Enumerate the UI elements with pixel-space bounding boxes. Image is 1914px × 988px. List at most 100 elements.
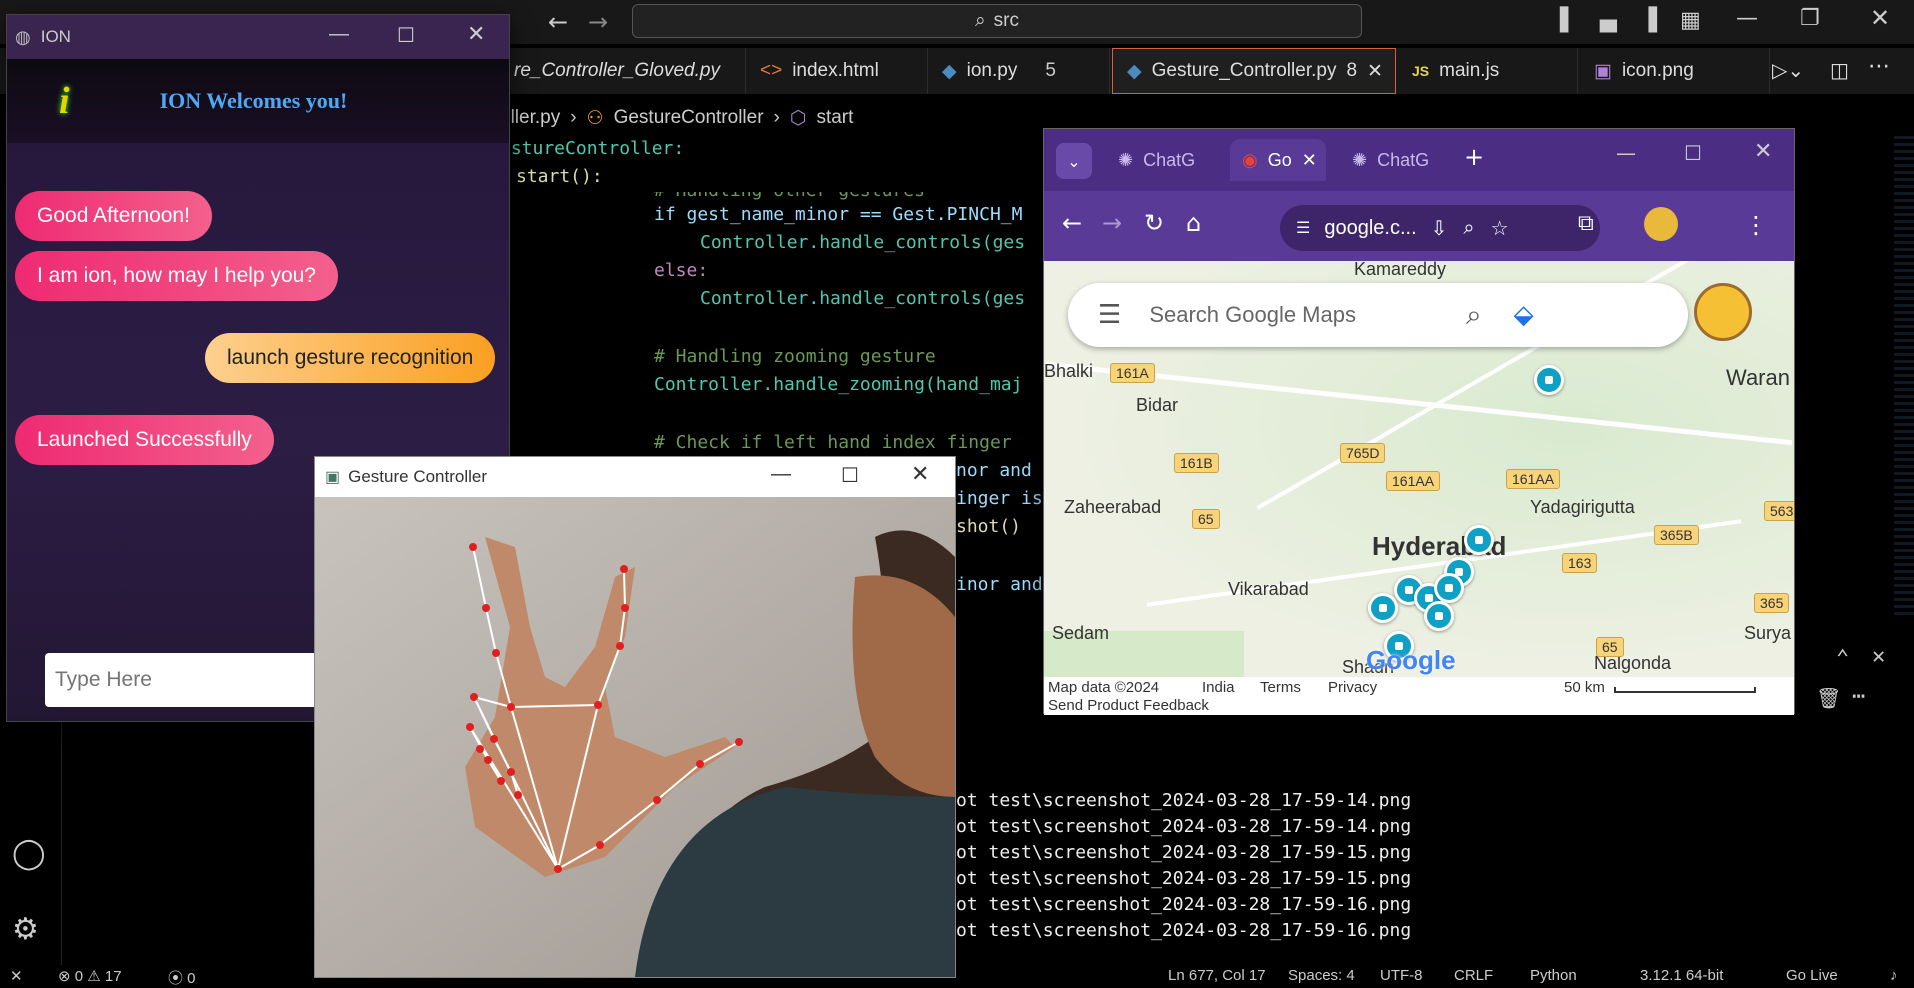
close-icon[interactable]: ✕ xyxy=(467,21,485,47)
breadcrumb-method[interactable]: start xyxy=(816,107,853,129)
globe-icon: ◍ xyxy=(15,26,31,47)
tab-ion-py[interactable]: ◆ ion.py 5 xyxy=(928,48,1110,94)
zoom-icon[interactable]: ⌕ xyxy=(1463,217,1474,240)
maximize-icon[interactable]: ☐ xyxy=(841,463,859,488)
ports-indicator[interactable]: ⦿ 0 xyxy=(168,967,196,988)
scale-label[interactable]: 50 km xyxy=(1564,679,1605,696)
reload-icon[interactable]: ↻ xyxy=(1144,209,1164,237)
toggle-panel-icon[interactable]: ▄ xyxy=(1600,8,1617,33)
customize-layout-icon[interactable]: ▦ xyxy=(1680,8,1701,33)
hamburger-menu-icon[interactable]: ☰ xyxy=(1098,300,1121,330)
tab-gesture-controller-py[interactable]: ◆ Gesture_Controller.py 8 ✕ xyxy=(1112,48,1396,94)
code-line: Controller.handle_zooming(hand_maj xyxy=(654,374,1023,395)
search-label: src xyxy=(993,10,1019,31)
html-icon: <> xyxy=(760,60,783,81)
encoding[interactable]: UTF-8 xyxy=(1380,967,1423,984)
bell-icon[interactable]: ♪ xyxy=(1890,967,1898,984)
python-version[interactable]: 3.12.1 64-bit xyxy=(1640,967,1723,984)
tab-search-icon[interactable]: ⌄ xyxy=(1056,143,1092,179)
minimap[interactable] xyxy=(1894,136,1914,616)
breadcrumb-class[interactable]: GestureController xyxy=(614,107,764,129)
tab-chatgpt[interactable]: ✺ ChatG xyxy=(1106,139,1216,181)
image-icon: ▣ xyxy=(1594,60,1612,82)
close-tab-icon[interactable]: ✕ xyxy=(1302,150,1317,171)
map-marker[interactable] xyxy=(1434,573,1464,603)
close-tab-icon[interactable]: ✕ xyxy=(1367,60,1383,83)
restore-icon[interactable]: ❐ xyxy=(1800,6,1820,31)
map-marker[interactable] xyxy=(1368,593,1398,623)
install-icon[interactable]: ⇩ xyxy=(1431,216,1448,241)
code-line: start(): xyxy=(516,166,603,187)
trash-icon[interactable]: 🗑 xyxy=(1816,686,1841,710)
back-arrow-icon[interactable]: ← xyxy=(548,8,568,36)
site-settings-icon[interactable]: ☰ xyxy=(1296,218,1310,238)
back-arrow-icon[interactable]: ← xyxy=(1062,209,1082,237)
chrome-toolbar: ← → ↻ ⌂ ☰ google.c... ⇩ ⌕ ☆ ⧉ ⋮ xyxy=(1044,191,1794,261)
address-bar[interactable]: ☰ google.c... ⇩ ⌕ ☆ xyxy=(1280,205,1600,251)
go-live-button[interactable]: Go Live xyxy=(1786,967,1838,984)
highway-shield: 563 xyxy=(1764,501,1794,521)
map-marker[interactable] xyxy=(1534,365,1564,395)
avatar[interactable] xyxy=(1644,207,1678,241)
maximize-icon[interactable]: ☐ xyxy=(1684,141,1702,165)
maximize-icon[interactable]: ☐ xyxy=(397,23,415,48)
place-label: Zaheerabad xyxy=(1064,497,1162,517)
menu-kebab-icon[interactable]: ⋮ xyxy=(1744,211,1768,239)
minimize-icon[interactable]: — xyxy=(1736,6,1758,31)
tab-google-maps[interactable]: ◉ Go ✕ xyxy=(1230,139,1326,181)
more-actions-icon[interactable]: ⋯ xyxy=(1852,684,1865,709)
minimize-icon[interactable]: — xyxy=(329,23,349,46)
extensions-icon[interactable]: ⧉ xyxy=(1578,211,1594,236)
directions-icon[interactable]: ⬙ xyxy=(1514,300,1534,330)
maximize-panel-icon[interactable]: ⌃ xyxy=(1836,646,1849,671)
terms-link[interactable]: Terms xyxy=(1260,679,1301,696)
close-icon[interactable]: ✕ xyxy=(911,461,929,487)
cursor-position[interactable]: Ln 677, Col 17 xyxy=(1168,967,1266,984)
language-mode[interactable]: Python xyxy=(1530,967,1577,984)
welcome-heading: ION Welcomes you! xyxy=(159,88,348,113)
country-link[interactable]: India xyxy=(1202,679,1235,696)
tab-label: Go xyxy=(1267,149,1292,170)
feedback-link[interactable]: Send Product Feedback xyxy=(1048,697,1209,714)
close-icon[interactable]: ✕ xyxy=(1870,4,1890,32)
split-editor-icon[interactable]: ◫ xyxy=(1830,58,1849,82)
problem-count-badge: 5 xyxy=(1045,60,1056,81)
gesture-titlebar[interactable]: ▣ Gesture Controller — ☐ ✕ xyxy=(315,457,955,497)
ion-titlebar[interactable]: ◍ ION — ☐ ✕ xyxy=(7,15,509,59)
tab-main-js[interactable]: JS main.js xyxy=(1398,48,1578,94)
toggle-sidebar-icon[interactable]: ▌ xyxy=(1560,8,1577,33)
close-panel-icon[interactable]: ✕ xyxy=(1872,644,1885,669)
scale-bar xyxy=(1614,687,1756,693)
account-icon[interactable]: ◯ xyxy=(12,836,46,871)
indentation[interactable]: Spaces: 4 xyxy=(1288,967,1355,984)
tab-icon-png[interactable]: ▣ icon.png xyxy=(1580,48,1770,94)
home-icon[interactable]: ⌂ xyxy=(1186,209,1201,237)
maps-search-box[interactable]: ☰ Search Google Maps ⌕ ⬙ xyxy=(1068,283,1688,347)
run-icon[interactable]: ▷⌄ xyxy=(1772,58,1804,82)
problems-indicator[interactable]: ⊗ 0 ⚠ 17 xyxy=(58,967,122,985)
map-marker[interactable] xyxy=(1464,525,1494,555)
tab-chatgpt-2[interactable]: ✺ ChatG xyxy=(1340,139,1450,181)
code-line: inger is xyxy=(956,488,1043,509)
minimize-icon[interactable]: — xyxy=(1616,141,1636,165)
forward-arrow-icon[interactable]: → xyxy=(588,8,608,36)
star-icon[interactable]: ☆ xyxy=(1491,216,1509,241)
map-canvas[interactable]: Kamareddy Bhalki Bidar Zaheerabad Vikara… xyxy=(1044,261,1794,677)
command-search-box[interactable]: ⌕ src xyxy=(632,4,1362,38)
remote-icon[interactable]: ✕ xyxy=(10,967,23,985)
more-actions-icon[interactable]: ⋯ xyxy=(1868,54,1890,79)
gear-icon[interactable]: ⚙ xyxy=(12,912,39,947)
account-avatar[interactable] xyxy=(1694,283,1752,341)
tab-gesture-controller-gloved[interactable]: re_Controller_Gloved.py xyxy=(500,48,746,94)
new-tab-icon[interactable]: + xyxy=(1464,143,1484,171)
toggle-secondary-sidebar-icon[interactable]: ▐ xyxy=(1640,8,1657,33)
error-count: 0 xyxy=(74,968,84,985)
minimize-icon[interactable]: — xyxy=(771,463,791,486)
tab-index-html[interactable]: <> index.html xyxy=(746,48,928,94)
close-icon[interactable]: ✕ xyxy=(1754,139,1772,164)
map-marker[interactable] xyxy=(1424,601,1454,631)
privacy-link[interactable]: Privacy xyxy=(1328,679,1377,696)
line-ending[interactable]: CRLF xyxy=(1454,967,1493,984)
search-icon[interactable]: ⌕ xyxy=(1466,298,1482,332)
forward-arrow-icon[interactable]: → xyxy=(1102,209,1122,237)
